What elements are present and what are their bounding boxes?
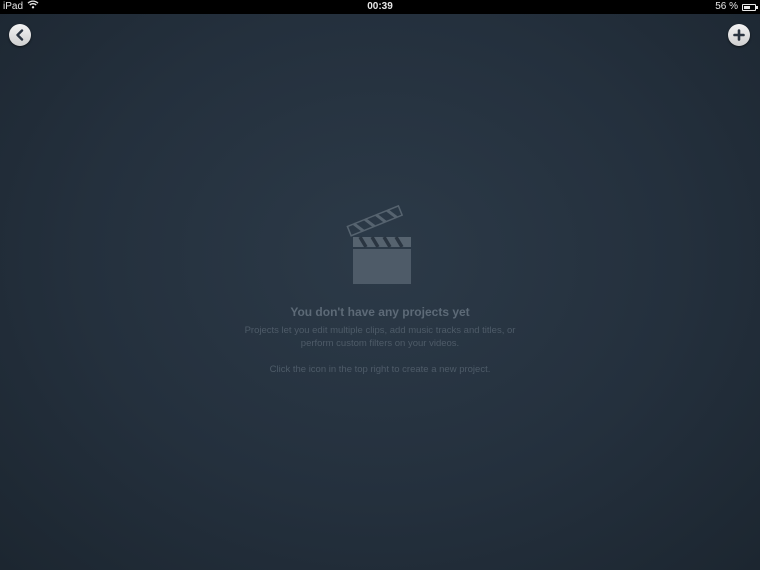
projects-screen: iPad 00:39 56 % You don't have any proje… [0,0,760,570]
battery-icon [742,3,758,11]
battery-fill [744,5,750,9]
status-bar-right: 56 % [715,0,758,14]
empty-state-hint: Click the icon in the top right to creat… [269,364,491,375]
back-button[interactable] [9,24,31,46]
battery-percent: 56 % [715,1,738,12]
add-project-button[interactable] [728,24,750,46]
clapperboard-icon [346,204,411,284]
chevron-left-icon [16,29,24,41]
status-bar: iPad 00:39 56 % [0,0,760,14]
plus-icon [733,29,745,41]
empty-state-description: Projects let you edit multiple clips, ad… [244,325,516,349]
empty-state: You don't have any projects yet Projects… [0,200,760,375]
empty-state-title: You don't have any projects yet [290,305,470,319]
status-time: 00:39 [367,1,393,12]
